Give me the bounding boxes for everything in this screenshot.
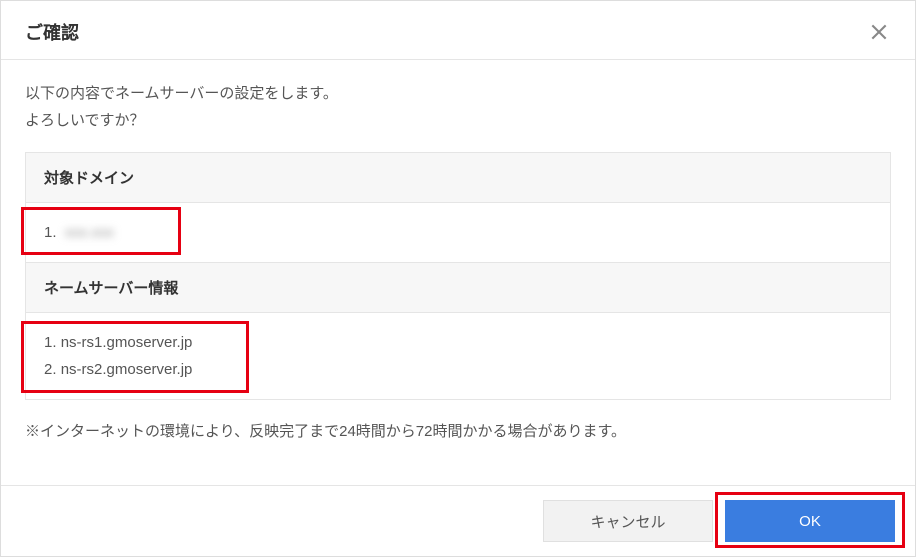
section-domain-body: 1. xxx.xxx [26, 203, 890, 262]
domain-value: xxx.xxx [65, 219, 114, 246]
intro-text: 以下の内容でネームサーバーの設定をします。 よろしいですか？ [25, 80, 891, 134]
intro-line-1: 以下の内容でネームサーバーの設定をします。 [25, 80, 891, 107]
nameserver-value: ns-rs2.gmoserver.jp [61, 361, 193, 378]
item-number: 2. [44, 361, 57, 378]
section-domain-header: 対象ドメイン [26, 153, 890, 203]
dialog-body: 以下の内容でネームサーバーの設定をします。 よろしいですか？ 対象ドメイン 1.… [1, 60, 915, 485]
list-item: 2. ns-rs2.gmoserver.jp [44, 356, 872, 383]
dialog-footer: キャンセル OK [1, 485, 915, 556]
section-domain: 対象ドメイン 1. xxx.xxx [25, 152, 891, 263]
ok-button[interactable]: OK [725, 500, 895, 542]
note-text: ※インターネットの環境により、反映完了まで24時間から72時間かかる場合がありま… [25, 420, 891, 441]
section-nameserver-body: 1. ns-rs1.gmoserver.jp 2. ns-rs2.gmoserv… [26, 313, 890, 399]
section-nameserver: ネームサーバー情報 1. ns-rs1.gmoserver.jp 2. ns-r… [25, 263, 891, 400]
confirmation-dialog: ご確認 以下の内容でネームサーバーの設定をします。 よろしいですか？ 対象ドメイ… [0, 0, 916, 557]
nameserver-value: ns-rs1.gmoserver.jp [61, 334, 193, 351]
item-number: 1. [44, 334, 57, 351]
dialog-header: ご確認 [1, 1, 915, 60]
item-number: 1. [44, 224, 57, 241]
dialog-title: ご確認 [25, 19, 79, 45]
cancel-button[interactable]: キャンセル [543, 500, 713, 542]
list-item: 1. xxx.xxx [44, 219, 114, 246]
close-icon[interactable] [867, 20, 891, 44]
list-item: 1. ns-rs1.gmoserver.jp [44, 329, 872, 356]
intro-line-2: よろしいですか？ [25, 107, 891, 134]
section-nameserver-header: ネームサーバー情報 [26, 263, 890, 313]
